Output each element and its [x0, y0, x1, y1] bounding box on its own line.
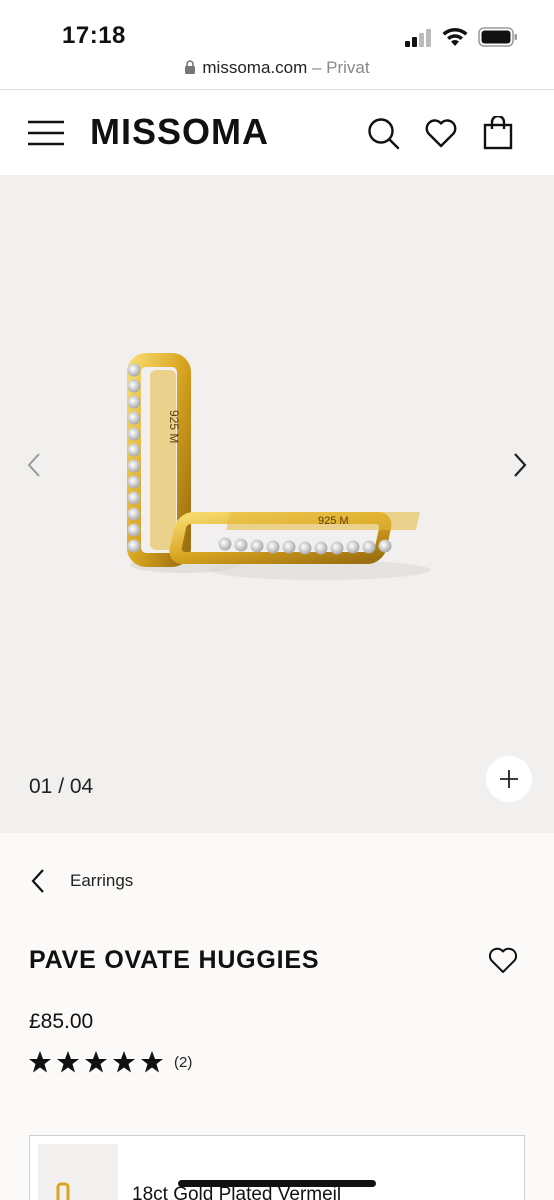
pave-stones-horizontal [218, 537, 392, 555]
product-gallery[interactable]: 925 M 925 M 01 / 04 [0, 175, 554, 833]
product-title: PAVE OVATE HUGGIES [29, 946, 320, 974]
star-icon [113, 1051, 135, 1073]
star-rating[interactable]: (2) [28, 1050, 192, 1074]
site-header: MISSOMA [0, 91, 554, 175]
browser-status-bar: 17:18 missoma.com – Privat [0, 0, 554, 90]
star-icon [29, 1051, 51, 1073]
url-private-label: – Privat [307, 58, 370, 77]
breadcrumb-label: Earrings [70, 871, 134, 890]
engraving-vertical: 925 M [167, 410, 181, 443]
plus-icon [500, 770, 518, 788]
lock-icon [185, 60, 196, 74]
star-icon [141, 1051, 163, 1073]
review-count: (2) [174, 1053, 193, 1071]
battery-icon [478, 27, 517, 47]
breadcrumb[interactable]: Earrings [30, 866, 133, 896]
address-bar[interactable]: missoma.com – Privat [0, 58, 554, 78]
home-indicator[interactable] [178, 1180, 376, 1187]
zoom-button[interactable] [486, 756, 532, 802]
star-icon [57, 1051, 79, 1073]
product-image: 925 M 925 M [127, 353, 430, 580]
status-time: 17:18 [62, 22, 126, 49]
search-icon[interactable] [366, 116, 400, 150]
variant-thumbnail [38, 1144, 118, 1200]
signal-icon [405, 29, 431, 47]
bag-icon[interactable] [481, 116, 515, 150]
variant-option[interactable]: 18ct Gold Plated Vermeil [29, 1135, 525, 1200]
wifi-icon [442, 27, 468, 46]
heart-icon[interactable] [424, 116, 458, 150]
url-domain: missoma.com [202, 58, 308, 77]
image-counter: 01 / 04 [29, 775, 94, 798]
chevron-left-icon [31, 869, 44, 893]
brand-logo[interactable]: MISSOMA [90, 111, 269, 153]
chevron-left-icon[interactable] [24, 450, 44, 480]
star-icon [85, 1051, 107, 1073]
engraving-horizontal: 925 M [318, 515, 349, 527]
chevron-right-icon[interactable] [510, 450, 530, 480]
variant-thumb-image [56, 1182, 70, 1200]
product-price: £85.00 [29, 1010, 94, 1033]
menu-icon[interactable] [28, 119, 64, 147]
heart-icon[interactable] [488, 946, 518, 974]
